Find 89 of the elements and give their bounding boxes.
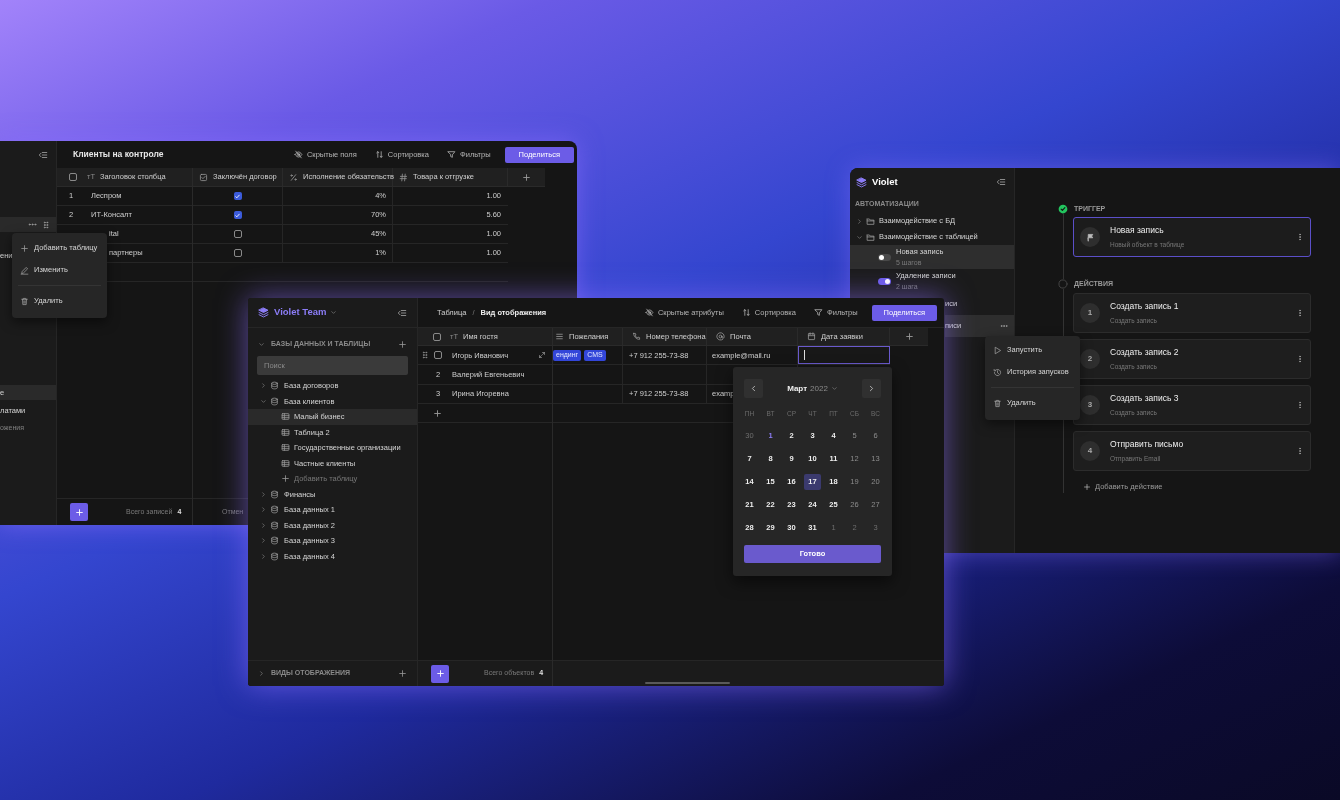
chevron-down-icon: [830, 385, 838, 392]
folder-icon: [866, 232, 875, 242]
more-icon: [28, 220, 37, 229]
checkbox[interactable]: [433, 332, 441, 341]
calendar-icon: [807, 332, 816, 341]
play-icon: [993, 345, 1002, 355]
table-icon: [281, 412, 290, 422]
list-icon: [555, 332, 564, 341]
sort-icon: [374, 150, 384, 159]
filter-icon: [814, 308, 823, 317]
table-icon: [281, 458, 290, 468]
collapse-sidebar-icon: [996, 177, 1006, 187]
step-number: 3: [1080, 395, 1100, 415]
card-title: Создать запись 2: [1110, 346, 1179, 359]
chevron-down-icon: [330, 309, 338, 316]
window-title: Клиенты на контроле: [73, 148, 164, 161]
checkbox[interactable]: [69, 173, 77, 181]
brand-name: Violet: [872, 174, 898, 189]
history-icon: [993, 367, 1002, 377]
layers-logo-icon: [258, 307, 269, 318]
kebab-menu-icon: [1296, 309, 1304, 317]
expand-icon: [538, 351, 546, 360]
card-title: Новая запись: [1110, 224, 1165, 237]
card-title: Создать запись 3: [1110, 392, 1179, 405]
checkbox[interactable]: [233, 192, 242, 200]
card-title: Создать запись 1: [1110, 300, 1179, 313]
plus-icon: [904, 332, 914, 341]
eye-off-icon: [644, 308, 654, 317]
plus-icon: [398, 669, 407, 678]
plus-icon: [398, 339, 407, 349]
check-icon: [234, 211, 241, 219]
step-number: 2: [1080, 349, 1100, 369]
table-icon: [281, 443, 290, 453]
collapse-sidebar-icon: [397, 307, 407, 318]
pencil-icon: [20, 265, 29, 275]
checkbox[interactable]: [233, 249, 242, 257]
plus-icon: [433, 408, 442, 418]
chevron-down-icon: [258, 340, 265, 348]
plus-icon: [435, 669, 445, 678]
chevron-right-icon: [867, 384, 876, 393]
drag-handle-icon: [42, 220, 50, 229]
plus-icon: [281, 474, 290, 484]
kebab-menu-icon: [1296, 233, 1304, 241]
collapse-sidebar-icon: [38, 149, 48, 160]
database-icon: [270, 536, 279, 546]
filter-icon: [447, 150, 456, 159]
phone-icon: [632, 332, 641, 341]
eye-off-icon: [293, 150, 303, 159]
scrollbar[interactable]: [645, 682, 730, 684]
checkbox[interactable]: [233, 211, 242, 219]
hash-icon: [399, 172, 408, 182]
date-cell[interactable]: [798, 346, 890, 365]
checkbox[interactable]: [233, 230, 242, 238]
plus-icon: [522, 172, 531, 182]
sidebar-item[interactable]: [0, 217, 56, 232]
trash-icon: [993, 398, 1002, 408]
chevron-right-icon: [258, 670, 265, 677]
at-sign-icon: [716, 332, 725, 341]
table-icon: [281, 427, 290, 437]
checkbox-icon: [199, 172, 208, 182]
add-button[interactable]: [431, 664, 449, 683]
chevron-left-icon: [749, 384, 758, 393]
database-icon: [270, 520, 279, 530]
percent-icon: [289, 172, 298, 182]
plus-icon: [20, 243, 29, 253]
layers-logo-icon: [856, 176, 867, 188]
flag-icon: [1085, 232, 1095, 242]
step-number: 4: [1080, 441, 1100, 461]
database-icon: [270, 551, 279, 561]
kebab-menu-icon: [1296, 355, 1304, 363]
database-icon: [270, 505, 279, 515]
trash-icon: [20, 296, 29, 306]
kebab-menu-icon: [1296, 401, 1304, 409]
workspace-name: Violet Team: [274, 305, 327, 320]
card-title: Отправить письмо: [1110, 438, 1184, 451]
toggle-switch[interactable]: [878, 253, 891, 261]
sort-icon: [741, 308, 751, 317]
database-icon: [270, 381, 279, 391]
step-number: 1: [1080, 303, 1100, 323]
check-icon: [234, 192, 241, 200]
kebab-menu-icon: [1296, 447, 1304, 455]
month-selector[interactable]: Март 2022: [787, 382, 838, 395]
database-icon: [270, 396, 279, 406]
checkbox[interactable]: [434, 351, 442, 360]
toggle-switch[interactable]: [878, 277, 891, 285]
plus-icon: [1083, 483, 1091, 491]
plus-icon: [74, 507, 84, 517]
folder-icon: [866, 216, 875, 226]
database-icon: [270, 489, 279, 499]
